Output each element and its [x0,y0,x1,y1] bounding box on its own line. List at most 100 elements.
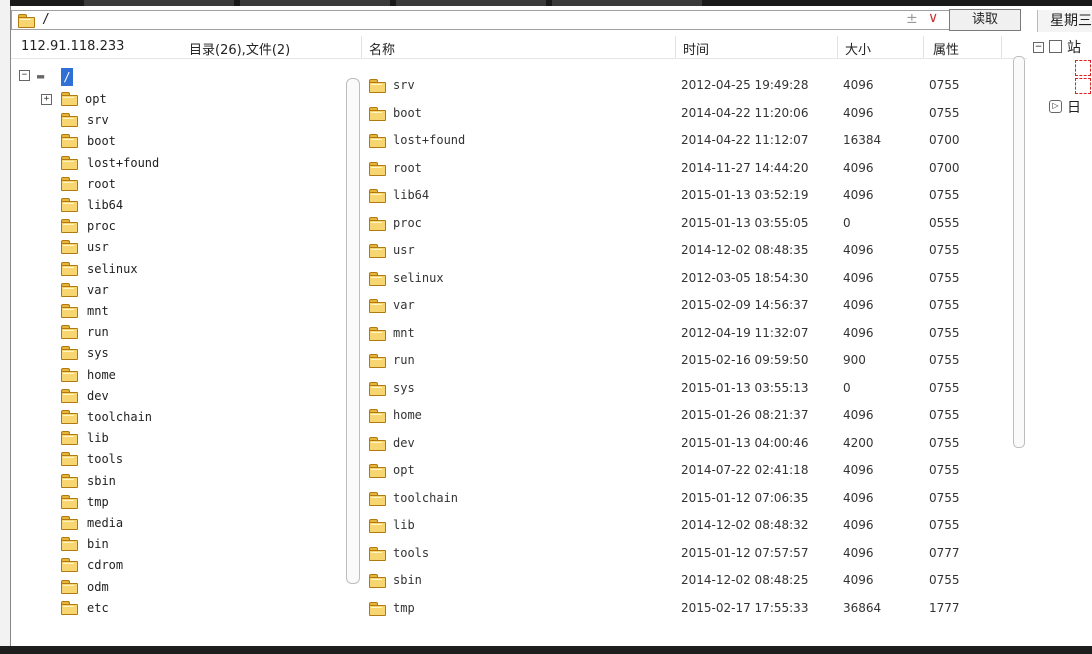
tree-item-label[interactable]: run [87,325,109,339]
expand-icon[interactable]: + [41,94,52,105]
table-row[interactable]: selinux 2012-03-05 18:54:30 4096 0755 [367,265,1017,292]
site-label[interactable]: 站 [1067,37,1081,57]
file-name[interactable]: opt [393,463,415,477]
tree-item-label[interactable]: opt [85,92,107,106]
list-scrollbar[interactable] [1013,56,1025,448]
file-name[interactable]: home [393,408,422,422]
table-row[interactable]: mnt 2012-04-19 11:32:07 4096 0755 [367,320,1017,347]
tree-item-label[interactable]: lib [87,431,109,445]
file-name[interactable]: proc [393,216,422,230]
file-time: 2014-11-27 14:44:20 [681,160,809,175]
tree-item-label[interactable]: sys [87,346,109,360]
file-name[interactable]: mnt [393,326,415,340]
collapse-icon[interactable]: − [1033,42,1044,53]
column-header-time[interactable]: 时间 [683,39,709,58]
table-row[interactable]: proc 2015-01-13 03:55:05 0 0555 [367,210,1017,237]
chevron-down-icon[interactable]: ∨ [928,10,938,26]
table-row[interactable]: sys 2015-01-13 03:55:13 0 0755 [367,375,1017,402]
file-name[interactable]: usr [393,243,415,257]
file-name[interactable]: sbin [393,573,422,587]
folder-icon [61,600,78,615]
file-name[interactable]: var [393,298,415,312]
table-row[interactable]: opt 2014-07-22 02:41:18 4096 0755 [367,457,1017,484]
tree-item-label[interactable]: var [87,283,109,297]
tree-item-label[interactable]: media [87,516,123,530]
table-row[interactable]: tmp 2015-02-17 17:55:33 36864 1777 [367,595,1017,622]
file-attr: 0755 [929,298,960,312]
tree-item-label[interactable]: bin [87,537,109,551]
collapse-icon[interactable]: − [19,70,30,81]
folder-icon [369,299,386,313]
file-size: 4096 [843,298,874,312]
tree-item-label[interactable]: tools [87,452,123,466]
tree-item-label[interactable]: tmp [87,495,109,509]
table-row[interactable]: lib64 2015-01-13 03:52:19 4096 0755 [367,182,1017,209]
table-row[interactable]: srv 2012-04-25 19:49:28 4096 0755 [367,72,1017,99]
tree-item-label[interactable]: usr [87,240,109,254]
table-row[interactable]: root 2014-11-27 14:44:20 4096 0700 [367,155,1017,182]
file-time: 2015-02-17 17:55:33 [681,600,809,615]
plus-minus-icon[interactable]: ± [906,11,918,27]
file-name[interactable]: lib64 [393,188,429,202]
folder-icon [61,261,78,276]
table-row[interactable]: toolchain 2015-01-12 07:06:35 4096 0755 [367,485,1017,512]
table-row[interactable]: lost+found 2014-04-22 11:12:07 16384 0700 [367,127,1017,154]
tree-item-label[interactable]: odm [87,580,109,594]
folder-icon [61,346,78,361]
tree-scrollbar[interactable] [346,78,360,584]
tree-item-label[interactable]: mnt [87,304,109,318]
file-attr: 0755 [929,188,960,202]
file-name[interactable]: lib [393,518,415,532]
tree-root-label[interactable]: / [61,68,73,86]
file-time: 2015-02-09 14:56:37 [681,298,809,312]
file-name[interactable]: toolchain [393,491,458,505]
file-name[interactable]: dev [393,436,415,450]
table-row[interactable]: tools 2015-01-12 07:57:57 4096 0777 [367,540,1017,567]
file-size: 16384 [843,133,882,147]
file-attr: 0755 [929,78,960,92]
tree-item-label[interactable]: dev [87,389,109,403]
file-name[interactable]: root [393,161,422,175]
tree-item-label[interactable]: sbin [87,474,116,488]
file-name[interactable]: sys [393,381,415,395]
tree-item-label[interactable]: boot [87,134,116,148]
file-size: 0 [843,380,851,395]
tree-item-label[interactable]: cdrom [87,558,123,572]
tree-item-label[interactable]: srv [87,113,109,127]
column-header-attr[interactable]: 属性 [933,39,959,58]
tree-item-label[interactable]: lost+found [87,156,159,170]
file-name[interactable]: srv [393,78,415,92]
table-row[interactable]: var 2015-02-09 14:56:37 4096 0755 [367,292,1017,319]
file-attr: 0555 [929,215,960,230]
table-row[interactable]: run 2015-02-16 09:59:50 900 0755 [367,347,1017,374]
file-size: 4096 [843,270,874,285]
file-name[interactable]: tools [393,546,429,560]
file-name[interactable]: tmp [393,601,415,615]
file-name[interactable]: lost+found [393,133,465,147]
tree-item-label[interactable]: proc [87,219,116,233]
table-row[interactable]: boot 2014-04-22 11:20:06 4096 0755 [367,100,1017,127]
file-name[interactable]: run [393,353,415,367]
folder-icon [369,464,386,478]
column-header-name[interactable]: 名称 [369,39,395,58]
table-row[interactable]: home 2015-01-26 08:21:37 4096 0755 [367,402,1017,429]
tree-item-label[interactable]: root [87,177,116,191]
day-label[interactable]: 日 [1067,97,1081,117]
file-name[interactable]: boot [393,106,422,120]
table-row[interactable]: dev 2015-01-13 04:00:46 4200 0755 [367,430,1017,457]
read-button[interactable]: 读取 [949,9,1021,31]
column-header-size[interactable]: 大小 [845,39,871,58]
path-bar[interactable]: / ± ∨ [11,10,1021,30]
tree-item-label[interactable]: lib64 [87,198,123,212]
table-row[interactable]: usr 2014-12-02 08:48:35 4096 0755 [367,237,1017,264]
table-row[interactable]: lib 2014-12-02 08:48:32 4096 0755 [367,512,1017,539]
file-name[interactable]: selinux [393,271,444,285]
path-input[interactable]: / [42,12,50,27]
file-size: 4096 [843,573,874,587]
tree-item-label[interactable]: selinux [87,262,138,276]
tree-item-label[interactable]: home [87,368,116,382]
table-row[interactable]: sbin 2014-12-02 08:48:25 4096 0755 [367,567,1017,594]
file-attr: 0755 [929,105,960,120]
tree-item-label[interactable]: etc [87,601,109,615]
tree-item-label[interactable]: toolchain [87,410,152,424]
